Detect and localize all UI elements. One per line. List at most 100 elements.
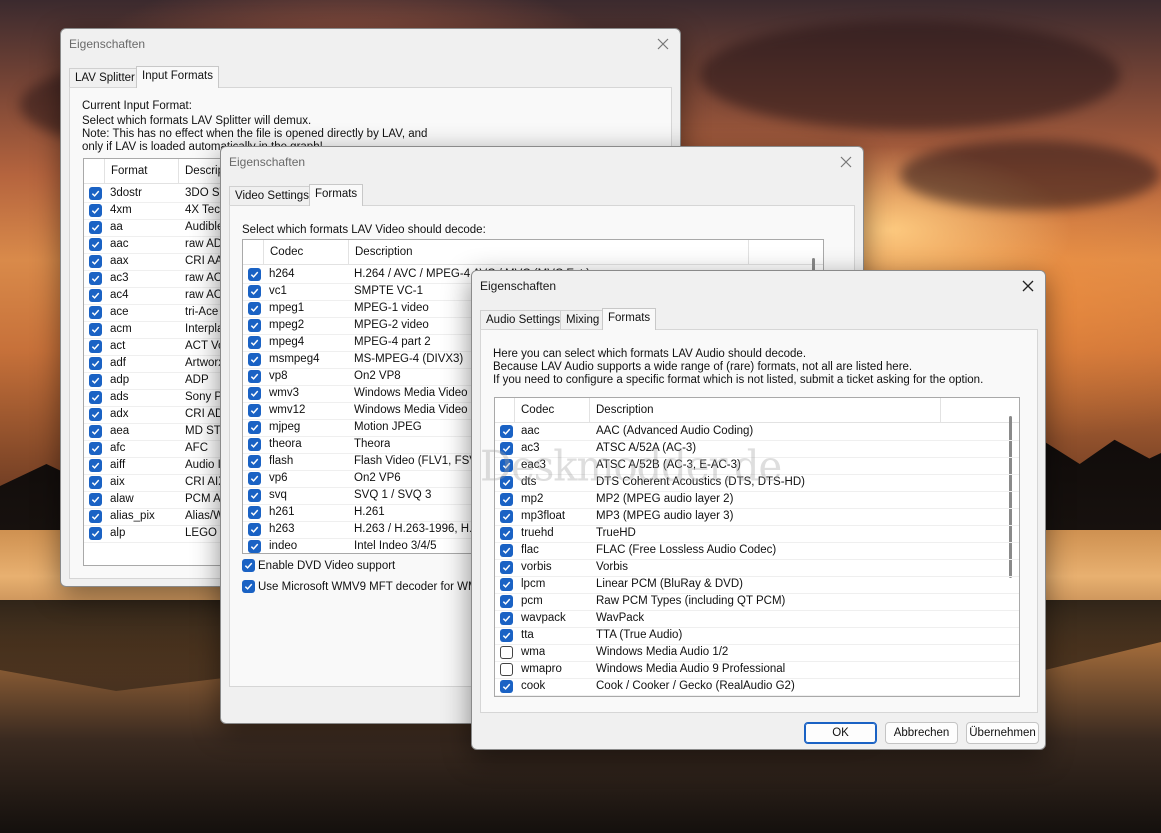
close-icon [657,38,669,50]
close-button[interactable] [835,151,857,173]
checkbox-checked[interactable] [500,459,513,472]
list-row[interactable]: wma Windows Media Audio 1/2 [495,644,1019,662]
checkbox-checked[interactable] [248,540,261,553]
checkbox-checked[interactable] [89,187,102,200]
checkbox-checked[interactable] [248,472,261,485]
tab-mixing[interactable]: Mixing [560,310,606,329]
close-button[interactable] [652,33,674,55]
tab-input-formats[interactable]: Input Formats [136,66,219,88]
checkbox-checked[interactable] [248,285,261,298]
checkbox-checked[interactable] [500,442,513,455]
checkbox-checked[interactable] [248,336,261,349]
column-description[interactable]: Description [348,240,745,264]
column-codec[interactable]: Codec [514,398,589,422]
checkbox-checked[interactable] [248,404,261,417]
checkbox-checked[interactable] [89,238,102,251]
checkbox-checked[interactable] [500,629,513,642]
checkbox-checked[interactable] [248,319,261,332]
checkbox-checked[interactable] [89,255,102,268]
checkbox-checked[interactable] [500,680,513,693]
checkbox-checked[interactable] [500,493,513,506]
checkbox-checked[interactable] [89,323,102,336]
list-row[interactable]: wmapro Windows Media Audio 9 Professional [495,661,1019,679]
audio-codecs-list[interactable]: Codec Description aac AAC (Advanced Audio… [494,397,1020,697]
checkbox-checked[interactable] [89,408,102,421]
checkbox-checked[interactable] [89,306,102,319]
list-row[interactable]: mp3float MP3 (MPEG audio layer 3) [495,508,1019,526]
checkbox-checked[interactable] [248,387,261,400]
checkbox-checked[interactable] [89,272,102,285]
list-row[interactable]: dts DTS Coherent Acoustics (DTS, DTS-HD) [495,474,1019,492]
list-row[interactable]: cook Cook / Cooker / Gecko (RealAudio G2) [495,678,1019,696]
checkbox-checked[interactable] [500,527,513,540]
list-row[interactable]: wavpack WavPack [495,610,1019,628]
tab-formats[interactable]: Formats [309,184,364,206]
checkbox-unchecked[interactable] [500,646,513,659]
checkbox-checked[interactable] [500,476,513,489]
row-description: TrueHD [596,527,636,539]
checkmark-icon [91,445,100,452]
list-row[interactable]: lpcm Linear PCM (BluRay & DVD) [495,576,1019,594]
list-row[interactable]: flac FLAC (Free Lossless Audio Codec) [495,542,1019,560]
checkbox-checked[interactable] [248,506,261,519]
checkbox-checked[interactable] [89,459,102,472]
checkbox-checked[interactable] [89,289,102,302]
checkbox-checked[interactable] [89,340,102,353]
checkbox-checked[interactable] [248,302,261,315]
tab-lav-splitter[interactable]: LAV Splitter [69,68,141,87]
column-format[interactable]: Format [104,159,175,183]
list-row[interactable]: eac3 ATSC A/52B (AC-3, E-AC-3) [495,457,1019,475]
cloud [700,20,1120,130]
list-row[interactable]: mp2 MP2 (MPEG audio layer 2) [495,491,1019,509]
checkbox-checked[interactable] [242,580,255,593]
list-row[interactable]: aac AAC (Advanced Audio Coding) [495,423,1019,441]
checkbox-checked[interactable] [248,455,261,468]
checkbox-checked[interactable] [248,370,261,383]
checkbox-checked[interactable] [89,357,102,370]
checkbox-checked[interactable] [248,489,261,502]
checkbox-checked[interactable] [89,476,102,489]
checkbox-checked[interactable] [89,527,102,540]
list-row[interactable]: truehd TrueHD [495,525,1019,543]
checkbox-checked[interactable] [500,595,513,608]
tab-audio-settings[interactable]: Audio Settings [480,310,567,329]
checkbox-checked[interactable] [89,391,102,404]
checkbox-checked[interactable] [500,425,513,438]
cancel-button[interactable]: Abbrechen [885,722,958,744]
checkbox-checked[interactable] [248,268,261,281]
list-row[interactable]: tta TTA (True Audio) [495,627,1019,645]
checkbox-checked[interactable] [248,438,261,451]
checkbox-checked[interactable] [500,510,513,523]
checkbox-checked[interactable] [89,204,102,217]
checkbox-checked[interactable] [500,578,513,591]
checkbox-checked[interactable] [89,493,102,506]
apply-button[interactable]: Übernehmen [966,722,1039,744]
video-formats-intro: Select which formats LAV Video should de… [242,224,486,236]
checkbox-unchecked[interactable] [500,663,513,676]
row-codec: lpcm [521,578,546,590]
checkbox-checked[interactable] [248,421,261,434]
list-row[interactable]: vorbis Vorbis [495,559,1019,577]
list-row[interactable]: ac3 ATSC A/52A (AC-3) [495,440,1019,458]
checkbox-checked[interactable] [89,221,102,234]
audio-formats-intro: Here you can select which formats LAV Au… [493,348,807,360]
column-description[interactable]: Description [589,398,936,422]
checkbox-checked[interactable] [248,353,261,366]
ok-button[interactable]: OK [804,722,877,744]
checkbox-checked[interactable] [500,561,513,574]
checkbox-checked[interactable] [89,510,102,523]
close-button[interactable] [1017,275,1039,297]
tab-video-settings[interactable]: Video Settings [229,186,315,205]
checkbox-checked[interactable] [242,559,255,572]
checkbox-checked[interactable] [248,523,261,536]
checkbox-checked[interactable] [89,442,102,455]
list-row[interactable]: pcm Raw PCM Types (including QT PCM) [495,593,1019,611]
column-codec[interactable]: Codec [263,240,348,264]
tab-formats[interactable]: Formats [602,308,657,330]
checkbox-checked[interactable] [500,612,513,625]
checkmark-icon [502,683,511,690]
checkbox-checked[interactable] [89,374,102,387]
checkbox-checked[interactable] [500,544,513,557]
checkbox-checked[interactable] [89,425,102,438]
row-format: ac3 [110,272,129,284]
